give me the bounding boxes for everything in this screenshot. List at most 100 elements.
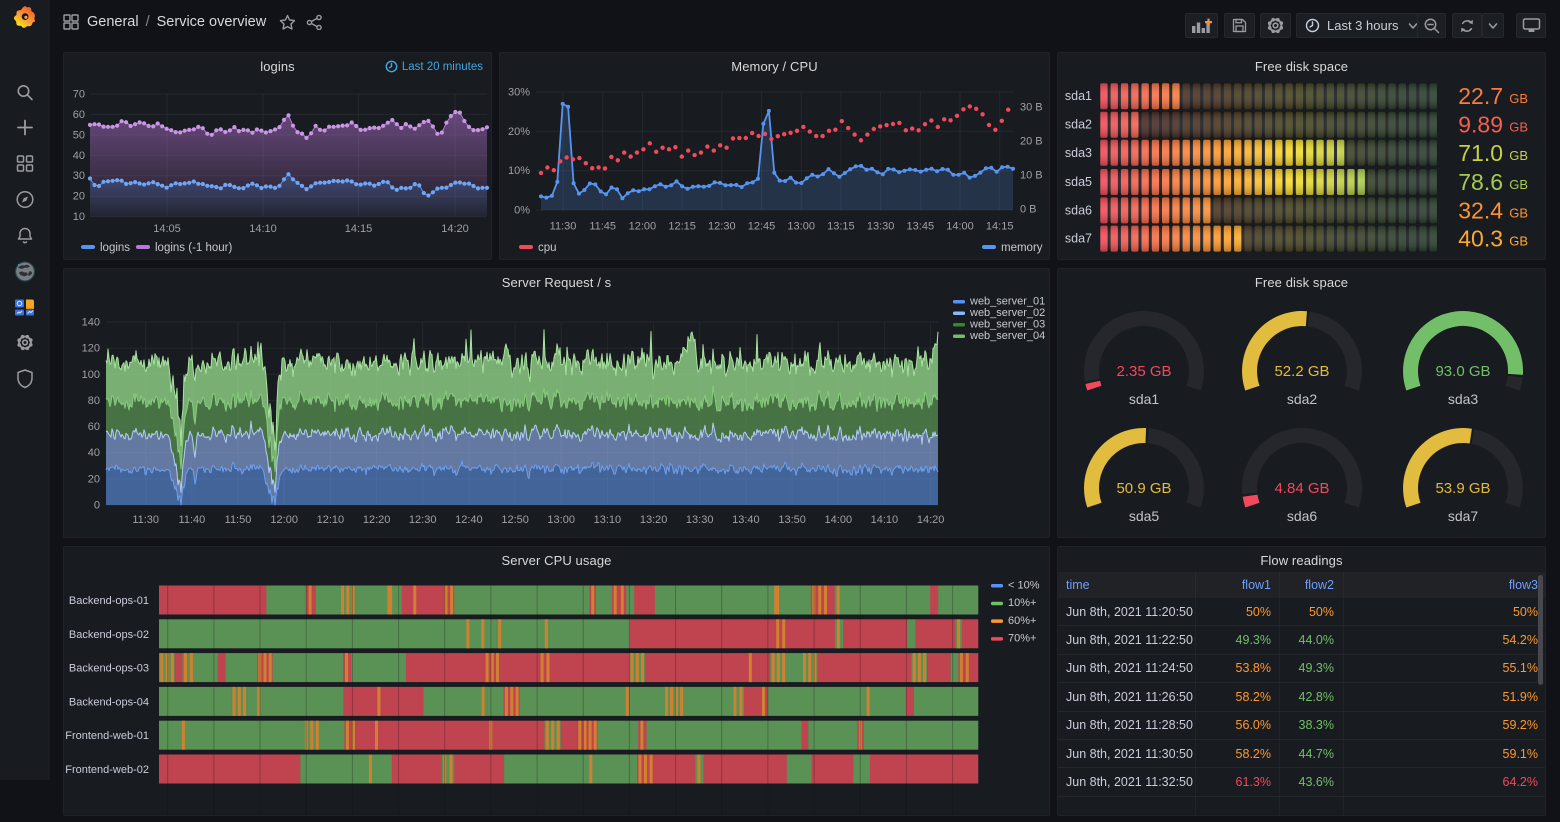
svg-text:13:30: 13:30 — [867, 221, 895, 233]
svg-text:memory: memory — [1001, 242, 1043, 254]
svg-text:GB: GB — [1509, 205, 1528, 220]
svg-text:sda1: sda1 — [1129, 391, 1160, 407]
svg-text:20: 20 — [73, 191, 85, 203]
svg-text:Backend-ops-02: Backend-ops-02 — [69, 629, 149, 641]
svg-text:14:20: 14:20 — [441, 223, 469, 235]
svg-text:sda7: sda7 — [1448, 508, 1479, 524]
svg-text:sda5: sda5 — [1065, 175, 1092, 189]
svg-text:12:20: 12:20 — [363, 514, 391, 526]
svg-text:2.35 GB: 2.35 GB — [1116, 363, 1171, 380]
svg-text:web_server_03: web_server_03 — [969, 319, 1045, 331]
svg-text:13:45: 13:45 — [907, 221, 935, 233]
svg-text:40: 40 — [73, 150, 85, 162]
svg-text:web_server_04: web_server_04 — [969, 330, 1045, 342]
svg-text:40: 40 — [88, 447, 100, 459]
svg-text:Frontend-web-02: Frontend-web-02 — [65, 764, 149, 776]
svg-text:30: 30 — [73, 170, 85, 182]
svg-text:14:10: 14:10 — [249, 223, 277, 235]
svg-text:60: 60 — [88, 421, 100, 433]
svg-text:30%: 30% — [508, 87, 530, 99]
svg-text:53.9 GB: 53.9 GB — [1435, 480, 1490, 497]
svg-text:13:40: 13:40 — [732, 514, 760, 526]
svg-text:12:30: 12:30 — [708, 221, 736, 233]
svg-text:Frontend-web-01: Frontend-web-01 — [65, 730, 149, 742]
svg-text:12:30: 12:30 — [409, 514, 437, 526]
svg-text:sda3: sda3 — [1065, 146, 1092, 160]
svg-text:20: 20 — [88, 473, 100, 485]
svg-text:14:00: 14:00 — [825, 514, 853, 526]
svg-text:71.0: 71.0 — [1458, 140, 1503, 166]
svg-text:11:40: 11:40 — [179, 514, 206, 526]
svg-text:30 B: 30 B — [1020, 102, 1043, 114]
svg-text:web_server_01: web_server_01 — [969, 296, 1045, 308]
svg-text:11:45: 11:45 — [589, 221, 616, 233]
svg-text:40.3: 40.3 — [1458, 226, 1503, 252]
svg-text:sda2: sda2 — [1065, 118, 1092, 132]
svg-text:11:30: 11:30 — [132, 514, 159, 526]
svg-text:Backend-ops-04: Backend-ops-04 — [69, 696, 149, 708]
svg-text:12:45: 12:45 — [748, 221, 776, 233]
svg-text:140: 140 — [82, 317, 100, 329]
svg-text:70%+: 70%+ — [1008, 633, 1036, 645]
svg-text:GB: GB — [1509, 120, 1528, 135]
svg-text:60%+: 60%+ — [1008, 615, 1036, 627]
svg-text:13:30: 13:30 — [686, 514, 714, 526]
svg-text:22.7: 22.7 — [1458, 83, 1503, 109]
svg-text:sda6: sda6 — [1287, 508, 1318, 524]
svg-text:cpu: cpu — [538, 242, 557, 254]
svg-text:14:00: 14:00 — [946, 221, 974, 233]
svg-text:13:15: 13:15 — [827, 221, 855, 233]
svg-text:12:50: 12:50 — [501, 514, 529, 526]
svg-text:14:10: 14:10 — [871, 514, 899, 526]
svg-text:9.89: 9.89 — [1458, 112, 1503, 138]
svg-text:logins: logins — [100, 242, 130, 254]
svg-text:GB: GB — [1509, 177, 1528, 192]
svg-text:sda6: sda6 — [1065, 203, 1092, 217]
svg-text:GB: GB — [1509, 91, 1528, 106]
svg-text:logins (-1 hour): logins (-1 hour) — [155, 242, 233, 254]
svg-text:10 B: 10 B — [1020, 170, 1043, 182]
svg-text:12:10: 12:10 — [317, 514, 345, 526]
svg-text:14:05: 14:05 — [153, 223, 181, 235]
svg-text:sda1: sda1 — [1065, 89, 1092, 103]
svg-text:10%+: 10%+ — [1008, 597, 1036, 609]
svg-text:12:00: 12:00 — [270, 514, 298, 526]
svg-text:0%: 0% — [514, 205, 530, 217]
svg-text:50: 50 — [73, 129, 85, 141]
svg-text:80: 80 — [88, 395, 100, 407]
svg-text:13:00: 13:00 — [787, 221, 815, 233]
svg-text:4.84 GB: 4.84 GB — [1274, 480, 1329, 497]
svg-text:13:20: 13:20 — [640, 514, 668, 526]
svg-text:sda7: sda7 — [1065, 232, 1092, 246]
svg-text:sda2: sda2 — [1287, 391, 1318, 407]
svg-text:web_server_02: web_server_02 — [969, 307, 1045, 319]
svg-text:14:20: 14:20 — [917, 514, 945, 526]
svg-text:70: 70 — [73, 89, 85, 101]
svg-text:20%: 20% — [508, 126, 530, 138]
svg-text:78.6: 78.6 — [1458, 169, 1503, 195]
svg-text:11:30: 11:30 — [550, 221, 577, 233]
svg-text:sda3: sda3 — [1448, 391, 1479, 407]
svg-text:sda5: sda5 — [1129, 508, 1160, 524]
svg-text:20 B: 20 B — [1020, 136, 1043, 148]
svg-text:12:00: 12:00 — [629, 221, 657, 233]
svg-text:14:15: 14:15 — [986, 221, 1014, 233]
svg-text:13:50: 13:50 — [778, 514, 806, 526]
svg-text:52.2 GB: 52.2 GB — [1274, 363, 1329, 380]
svg-text:0: 0 — [94, 500, 100, 512]
svg-text:GB: GB — [1509, 148, 1528, 163]
svg-text:12:40: 12:40 — [455, 514, 483, 526]
svg-text:< 10%: < 10% — [1008, 580, 1040, 592]
svg-text:0 B: 0 B — [1020, 204, 1037, 216]
svg-text:50.9 GB: 50.9 GB — [1116, 480, 1171, 497]
svg-text:13:10: 13:10 — [594, 514, 622, 526]
svg-text:10%: 10% — [508, 165, 530, 177]
svg-text:GB: GB — [1509, 234, 1528, 249]
svg-text:100: 100 — [82, 369, 100, 381]
svg-text:Backend-ops-01: Backend-ops-01 — [69, 595, 149, 607]
svg-text:120: 120 — [82, 343, 100, 355]
svg-text:93.0 GB: 93.0 GB — [1435, 363, 1490, 380]
svg-text:60: 60 — [73, 109, 85, 121]
svg-text:13:00: 13:00 — [547, 514, 575, 526]
svg-text:10: 10 — [73, 211, 85, 223]
